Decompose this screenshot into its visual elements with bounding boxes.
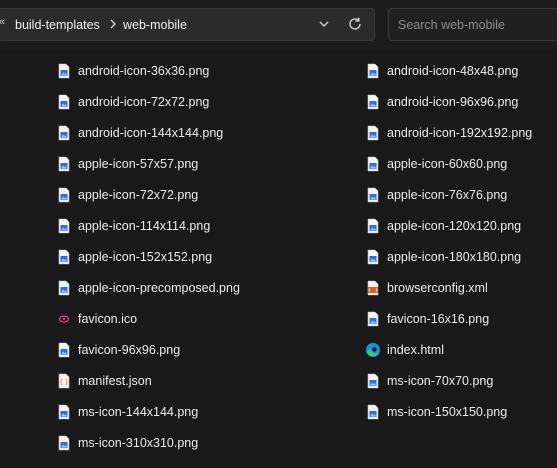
address-bar[interactable]: « build-templates web-mobile [0, 8, 375, 41]
file-name: ms-icon-144x144.png [78, 405, 199, 419]
json-file-icon [56, 373, 72, 389]
png-image-icon [56, 94, 72, 110]
file-item[interactable]: favicon-16x16.png [365, 308, 489, 330]
file-item[interactable]: manifest.json [56, 370, 152, 392]
file-name: ms-icon-310x310.png [78, 436, 199, 450]
file-item[interactable]: android-icon-72x72.png [56, 91, 209, 113]
xml-file-icon [365, 280, 381, 296]
png-image-icon [56, 280, 72, 296]
file-name: android-icon-48x48.png [387, 64, 519, 78]
png-image-icon [56, 218, 72, 234]
file-name: apple-icon-57x57.png [78, 157, 199, 171]
ico-file-icon [56, 311, 72, 327]
file-name: favicon-16x16.png [387, 312, 490, 326]
file-name: android-icon-96x96.png [387, 95, 519, 109]
file-name: apple-icon-120x120.png [387, 219, 522, 233]
file-name: apple-icon-60x60.png [387, 157, 508, 171]
file-item[interactable]: android-icon-48x48.png [365, 60, 518, 82]
png-image-icon [56, 63, 72, 79]
png-image-icon [365, 125, 381, 141]
file-item[interactable]: apple-icon-57x57.png [56, 153, 198, 175]
file-item[interactable]: apple-icon-60x60.png [365, 153, 507, 175]
file-name: ms-icon-150x150.png [387, 405, 508, 419]
file-name: android-icon-36x36.png [78, 64, 210, 78]
file-name: favicon.ico [78, 312, 138, 326]
file-item[interactable]: apple-icon-precomposed.png [56, 277, 240, 299]
chevron-down-icon[interactable] [315, 15, 333, 33]
file-name: apple-icon-precomposed.png [78, 281, 240, 295]
file-name: browserconfig.xml [387, 281, 488, 295]
file-item[interactable]: apple-icon-152x152.png [56, 246, 212, 268]
file-item[interactable]: ms-icon-150x150.png [365, 401, 507, 423]
png-image-icon [365, 373, 381, 389]
chevron-right-icon [110, 19, 116, 29]
file-name: android-icon-144x144.png [78, 126, 224, 140]
file-item[interactable]: apple-icon-120x120.png [365, 215, 521, 237]
search-placeholder: Search web-mobile [398, 18, 505, 32]
png-image-icon [56, 125, 72, 141]
file-item[interactable]: ms-icon-144x144.png [56, 401, 198, 423]
file-name: apple-icon-76x76.png [387, 188, 508, 202]
breadcrumb-overflow-icon[interactable]: « [0, 16, 5, 28]
file-name: apple-icon-180x180.png [387, 250, 522, 264]
search-box[interactable]: Search web-mobile [388, 8, 557, 41]
file-item[interactable]: apple-icon-76x76.png [365, 184, 507, 206]
file-item[interactable]: android-icon-36x36.png [56, 60, 209, 82]
png-image-icon [365, 249, 381, 265]
file-explorer-window: « build-templates web-mobile Search web-… [0, 0, 557, 468]
file-item[interactable]: ms-icon-70x70.png [365, 370, 493, 392]
file-item[interactable]: android-icon-96x96.png [365, 91, 518, 113]
png-image-icon [56, 187, 72, 203]
file-name: manifest.json [78, 374, 152, 388]
file-name: favicon-96x96.png [78, 343, 181, 357]
png-image-icon [56, 342, 72, 358]
file-name: index.html [387, 343, 444, 357]
png-image-icon [365, 63, 381, 79]
address-toolbar: « build-templates web-mobile Search web-… [0, 0, 557, 50]
file-item[interactable]: ms-icon-310x310.png [56, 432, 198, 454]
file-item[interactable]: android-icon-144x144.png [56, 122, 223, 144]
file-item[interactable]: apple-icon-180x180.png [365, 246, 521, 268]
png-image-icon [56, 404, 72, 420]
file-name: apple-icon-152x152.png [78, 250, 213, 264]
png-image-icon [365, 218, 381, 234]
file-name: android-icon-72x72.png [78, 95, 210, 109]
file-name: ms-icon-70x70.png [387, 374, 494, 388]
breadcrumb-build-templates[interactable]: build-templates [15, 18, 100, 32]
file-item[interactable]: apple-icon-114x114.png [56, 215, 210, 237]
file-item[interactable]: favicon.ico [56, 308, 137, 330]
png-image-icon [365, 94, 381, 110]
edge-browser-icon [365, 342, 381, 358]
png-image-icon [365, 187, 381, 203]
file-list: android-icon-36x36.png android-icon-48x48… [0, 50, 557, 468]
file-item[interactable]: index.html [365, 339, 444, 361]
png-image-icon [56, 156, 72, 172]
file-name: android-icon-192x192.png [387, 126, 533, 140]
png-image-icon [365, 404, 381, 420]
refresh-icon[interactable] [345, 14, 365, 34]
file-item[interactable]: apple-icon-72x72.png [56, 184, 198, 206]
png-image-icon [56, 435, 72, 451]
png-image-icon [56, 249, 72, 265]
file-item[interactable]: browserconfig.xml [365, 277, 488, 299]
breadcrumb-web-mobile[interactable]: web-mobile [123, 18, 187, 32]
file-name: apple-icon-114x114.png [78, 219, 211, 233]
png-image-icon [365, 311, 381, 327]
file-item[interactable]: favicon-96x96.png [56, 339, 180, 361]
png-image-icon [365, 156, 381, 172]
file-item[interactable]: android-icon-192x192.png [365, 122, 532, 144]
file-name: apple-icon-72x72.png [78, 188, 199, 202]
